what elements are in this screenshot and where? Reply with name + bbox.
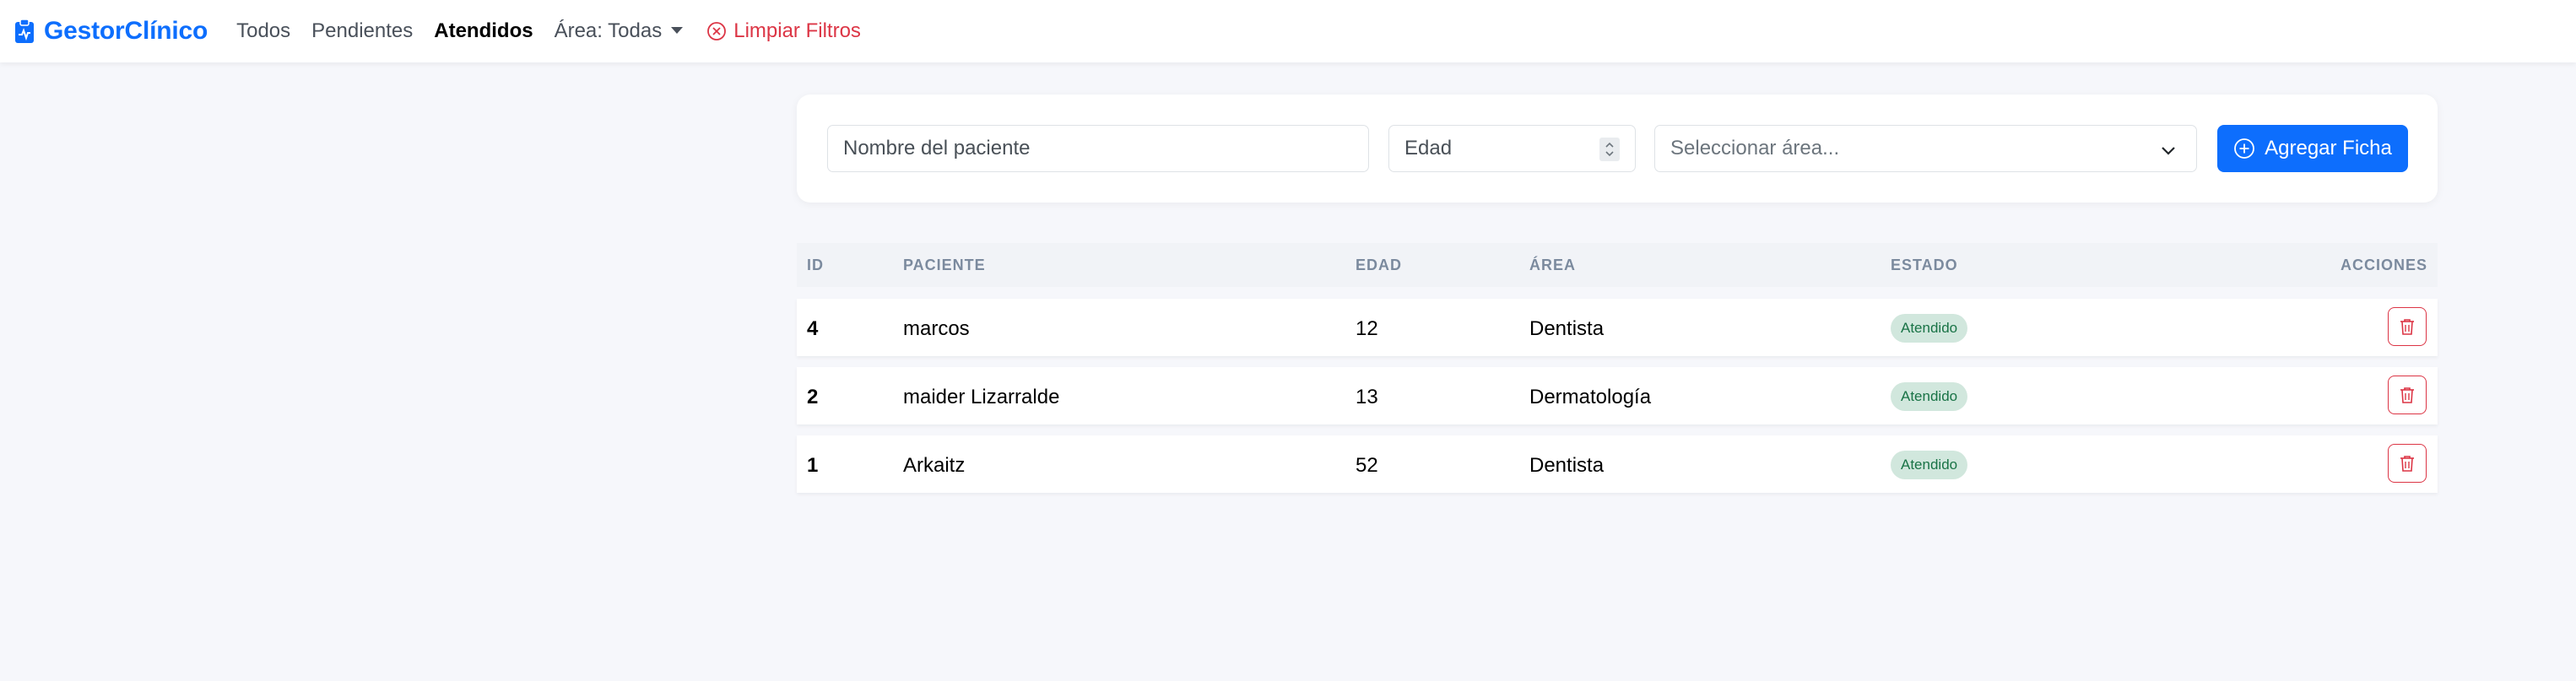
table-row: 4 marcos 12 Dentista Atendido bbox=[797, 299, 2438, 356]
row-area: Dentista bbox=[1529, 317, 1605, 340]
chevron-down-icon bbox=[2162, 147, 2175, 155]
clipboard-pulse-icon bbox=[15, 19, 34, 43]
trash-icon bbox=[2400, 319, 2414, 335]
row-age: 12 bbox=[1356, 317, 1378, 340]
trash-icon bbox=[2400, 456, 2414, 472]
patient-name-input[interactable]: Nombre del paciente bbox=[827, 125, 1369, 172]
table-header: ID PACIENTE EDAD ÁREA ESTADO ACCIONES bbox=[797, 243, 2438, 287]
add-record-label: Agregar Ficha bbox=[2265, 137, 2392, 159]
add-record-button[interactable]: Agregar Ficha bbox=[2217, 125, 2408, 172]
row-age: 13 bbox=[1356, 386, 1378, 408]
row-patient: Arkaitz bbox=[903, 454, 966, 477]
brand[interactable]: GestorClínico bbox=[14, 0, 208, 62]
nav-link-all[interactable]: Todos bbox=[236, 19, 290, 43]
row-area: Dermatología bbox=[1529, 386, 1652, 408]
header-status: ESTADO bbox=[1891, 256, 1958, 273]
area-select[interactable]: Seleccionar área... bbox=[1654, 125, 2197, 172]
patient-name-placeholder: Nombre del paciente bbox=[843, 137, 1031, 159]
age-input[interactable]: Edad bbox=[1388, 125, 1636, 172]
caret-down-icon bbox=[671, 27, 684, 34]
brand-name: GestorClínico bbox=[44, 17, 208, 45]
delete-button[interactable] bbox=[2388, 444, 2427, 483]
header-area: ÁREA bbox=[1529, 256, 1577, 273]
clear-filters-label: Limpiar Filtros bbox=[733, 19, 861, 42]
area-select-placeholder: Seleccionar área... bbox=[1670, 137, 1840, 159]
header-age: EDAD bbox=[1356, 256, 1403, 273]
row-id: 1 bbox=[807, 454, 819, 477]
delete-button[interactable] bbox=[2388, 376, 2427, 414]
delete-button[interactable] bbox=[2388, 307, 2427, 346]
area-filter-dropdown[interactable]: Área: Todas bbox=[555, 19, 684, 43]
row-age: 52 bbox=[1356, 454, 1378, 477]
header-patient: PACIENTE bbox=[903, 256, 986, 273]
row-patient: maider Lizarralde bbox=[903, 386, 1060, 408]
navbar: GestorClínico Todos Pendientes Atendidos… bbox=[0, 0, 2576, 62]
row-area: Dentista bbox=[1529, 454, 1605, 477]
x-circle-icon bbox=[707, 22, 727, 41]
nav-link-attended[interactable]: Atendidos bbox=[434, 19, 533, 43]
plus-circle-icon bbox=[2234, 138, 2255, 159]
age-placeholder: Edad bbox=[1404, 137, 1453, 159]
nav-link-pending[interactable]: Pendientes bbox=[311, 19, 413, 43]
spin-arrows-icon[interactable] bbox=[1599, 138, 1620, 161]
table-row: 1 Arkaitz 52 Dentista Atendido bbox=[797, 435, 2438, 493]
status-badge: Atendido bbox=[1891, 382, 1968, 411]
clear-filters-link[interactable]: Limpiar Filtros bbox=[706, 19, 861, 43]
header-id: ID bbox=[807, 256, 824, 273]
area-filter-label: Área: Todas bbox=[554, 19, 663, 42]
trash-icon bbox=[2400, 387, 2414, 403]
status-badge: Atendido bbox=[1891, 314, 1968, 343]
row-id: 4 bbox=[807, 317, 819, 340]
patient-form-card: Nombre del paciente Edad Seleccionar áre… bbox=[797, 95, 2438, 203]
row-patient: marcos bbox=[903, 317, 970, 340]
header-actions: ACCIONES bbox=[2340, 256, 2427, 273]
status-badge: Atendido bbox=[1891, 451, 1968, 479]
row-id: 2 bbox=[807, 386, 819, 408]
table-row: 2 maider Lizarralde 13 Dermatología Aten… bbox=[797, 367, 2438, 424]
